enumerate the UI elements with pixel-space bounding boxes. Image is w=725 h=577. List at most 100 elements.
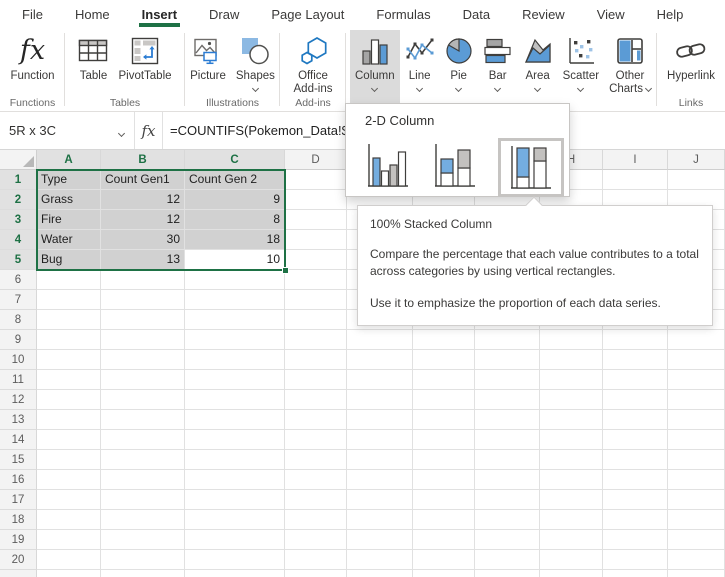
cell-A3[interactable]: Fire [37, 210, 101, 230]
cell-F16[interactable] [413, 470, 475, 490]
cell-C21[interactable] [185, 570, 285, 577]
cell-I14[interactable] [603, 430, 668, 450]
cell-D14[interactable] [285, 430, 347, 450]
row-header-21[interactable] [0, 570, 37, 577]
cell-J17[interactable] [668, 490, 725, 510]
cell-A5[interactable]: Bug [37, 250, 101, 270]
cell-I12[interactable] [603, 390, 668, 410]
cell-C6[interactable] [185, 270, 285, 290]
menu-tab-file[interactable]: File [6, 0, 59, 28]
cell-G14[interactable] [475, 430, 540, 450]
cell-A21[interactable] [37, 570, 101, 577]
menu-tab-draw[interactable]: Draw [193, 0, 255, 28]
column-header-B[interactable]: B [101, 150, 185, 170]
cell-H17[interactable] [540, 490, 603, 510]
cell-C2[interactable]: 9 [185, 190, 285, 210]
cell-C11[interactable] [185, 370, 285, 390]
office-addins-button[interactable]: Office Add-ins [289, 30, 338, 105]
cell-E11[interactable] [347, 370, 413, 390]
cell-D2[interactable] [285, 190, 347, 210]
line-chart-button[interactable]: Line [400, 30, 440, 105]
cell-B12[interactable] [101, 390, 185, 410]
cell-C16[interactable] [185, 470, 285, 490]
row-header-3[interactable]: 3 [0, 210, 37, 230]
cell-H21[interactable] [540, 570, 603, 577]
cell-D10[interactable] [285, 350, 347, 370]
cell-D3[interactable] [285, 210, 347, 230]
cell-A16[interactable] [37, 470, 101, 490]
cell-D11[interactable] [285, 370, 347, 390]
cell-D4[interactable] [285, 230, 347, 250]
cell-F13[interactable] [413, 410, 475, 430]
cell-C3[interactable]: 8 [185, 210, 285, 230]
cell-G21[interactable] [475, 570, 540, 577]
column-header-A[interactable]: A [37, 150, 101, 170]
cell-A10[interactable] [37, 350, 101, 370]
shapes-button[interactable]: Shapes [231, 30, 280, 105]
pivottable-button[interactable]: PivotTable [113, 30, 176, 105]
cell-A9[interactable] [37, 330, 101, 350]
row-header-6[interactable]: 6 [0, 270, 37, 290]
cell-B7[interactable] [101, 290, 185, 310]
cell-A8[interactable] [37, 310, 101, 330]
cell-I1[interactable] [603, 170, 668, 190]
scatter-chart-button[interactable]: Scatter [558, 30, 604, 105]
cell-F21[interactable] [413, 570, 475, 577]
cell-E19[interactable] [347, 530, 413, 550]
cell-C12[interactable] [185, 390, 285, 410]
cell-F10[interactable] [413, 350, 475, 370]
cell-H19[interactable] [540, 530, 603, 550]
cell-H14[interactable] [540, 430, 603, 450]
row-header-11[interactable]: 11 [0, 370, 37, 390]
cell-H18[interactable] [540, 510, 603, 530]
cell-A15[interactable] [37, 450, 101, 470]
cell-E18[interactable] [347, 510, 413, 530]
cell-C15[interactable] [185, 450, 285, 470]
cell-F12[interactable] [413, 390, 475, 410]
cell-A11[interactable] [37, 370, 101, 390]
menu-tab-insert[interactable]: Insert [126, 0, 193, 28]
cell-E14[interactable] [347, 430, 413, 450]
cell-E12[interactable] [347, 390, 413, 410]
cell-G18[interactable] [475, 510, 540, 530]
cell-I11[interactable] [603, 370, 668, 390]
cell-D21[interactable] [285, 570, 347, 577]
cell-F18[interactable] [413, 510, 475, 530]
menu-tab-home[interactable]: Home [59, 0, 126, 28]
row-header-19[interactable]: 19 [0, 530, 37, 550]
cell-B4[interactable]: 30 [101, 230, 185, 250]
cell-A18[interactable] [37, 510, 101, 530]
option-stacked-column[interactable] [433, 142, 477, 195]
cell-B2[interactable]: 12 [101, 190, 185, 210]
cell-C18[interactable] [185, 510, 285, 530]
cell-B8[interactable] [101, 310, 185, 330]
cell-A14[interactable] [37, 430, 101, 450]
cell-C13[interactable] [185, 410, 285, 430]
cell-I10[interactable] [603, 350, 668, 370]
row-header-12[interactable]: 12 [0, 390, 37, 410]
hyperlink-button[interactable]: Hyperlink [662, 30, 720, 105]
row-header-9[interactable]: 9 [0, 330, 37, 350]
row-header-14[interactable]: 14 [0, 430, 37, 450]
cell-B11[interactable] [101, 370, 185, 390]
row-header-16[interactable]: 16 [0, 470, 37, 490]
cell-J13[interactable] [668, 410, 725, 430]
area-chart-button[interactable]: Area [518, 30, 558, 105]
cell-A13[interactable] [37, 410, 101, 430]
cell-I21[interactable] [603, 570, 668, 577]
cell-C10[interactable] [185, 350, 285, 370]
cell-I9[interactable] [603, 330, 668, 350]
name-box[interactable]: 5R x 3C [0, 112, 135, 149]
cell-B19[interactable] [101, 530, 185, 550]
menu-tab-review[interactable]: Review [506, 0, 581, 28]
cell-A20[interactable] [37, 550, 101, 570]
cell-H15[interactable] [540, 450, 603, 470]
cell-G13[interactable] [475, 410, 540, 430]
cell-J1[interactable] [668, 170, 725, 190]
cell-H10[interactable] [540, 350, 603, 370]
cell-D8[interactable] [285, 310, 347, 330]
column-header-I[interactable]: I [603, 150, 668, 170]
cell-B9[interactable] [101, 330, 185, 350]
cell-F14[interactable] [413, 430, 475, 450]
select-all-corner[interactable] [0, 150, 37, 170]
